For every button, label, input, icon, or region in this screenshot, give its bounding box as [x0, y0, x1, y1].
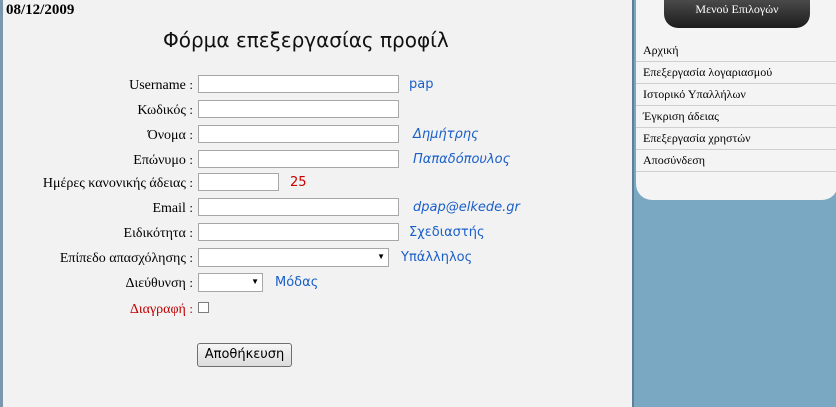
last-name-value: Παπαδόπουλος [413, 152, 511, 167]
employment-level-select[interactable]: ▼ [198, 248, 389, 267]
sidebar: Μενού Επιλογών Αρχική Επεξεργασία λογαρι… [632, 0, 836, 407]
dropdown-arrow-icon: ▼ [377, 252, 385, 261]
email-row: Email : dpap@elkede.gr [3, 198, 635, 218]
main-content: 08/12/2009 Φόρμα επεξεργασίας προφίλ Use… [0, 0, 632, 407]
menu-item-approve-leave[interactable]: Έγκριση άδειας [636, 106, 836, 128]
save-button[interactable]: Αποθήκευση [197, 343, 292, 367]
username-label: Username : [129, 77, 193, 93]
employment-level-row: Επίπεδο απασχόλησης : ▼ Υπάλληλος [3, 248, 635, 268]
menu-header: Μενού Επιλογών [664, 0, 810, 28]
delete-row: Διαγραφή : [3, 299, 635, 319]
leave-days-label: Ημέρες κανονικής άδειας : [42, 175, 193, 191]
email-label: Email : [152, 200, 193, 216]
last-name-row: Επώνυμο : Παπαδόπουλος [3, 150, 635, 170]
department-label: Διεύθυνση : [125, 275, 193, 291]
menu-item-edit-account[interactable]: Επεξεργασία λογαριασμού [636, 62, 836, 84]
password-label: Κωδικός : [137, 102, 193, 118]
department-row: Διεύθυνση : ▼ Μόδας [3, 273, 635, 293]
page-title: Φόρμα επεξεργασίας προφίλ [163, 28, 449, 52]
last-name-input[interactable] [198, 150, 399, 168]
employment-level-value: Υπάλληλος [401, 250, 473, 265]
first-name-row: Όνομα : Δημήτρης [3, 125, 635, 145]
current-date: 08/12/2009 [6, 2, 75, 18]
leave-days-value: 25 [290, 175, 307, 190]
menu-item-home[interactable]: Αρχική [636, 40, 836, 62]
menu-panel: Μενού Επιλογών Αρχική Επεξεργασία λογαρι… [636, 0, 836, 200]
leave-days-row: Ημέρες κανονικής άδειας : 25 [3, 173, 635, 193]
delete-label: Διαγραφή : [129, 301, 193, 317]
email-input[interactable] [198, 198, 399, 216]
password-row: Κωδικός : [3, 100, 635, 120]
first-name-value: Δημήτρης [413, 127, 479, 142]
password-input[interactable] [198, 100, 399, 118]
specialty-row: Ειδικότητα : Σχεδιαστής [3, 223, 635, 243]
specialty-value: Σχεδιαστής [409, 225, 485, 240]
username-row: Username : pap [3, 75, 635, 95]
menu-item-employee-history[interactable]: Ιστορικό Υπαλλήλων [636, 84, 836, 106]
specialty-input[interactable] [198, 223, 399, 241]
username-value: pap [409, 77, 434, 92]
leave-days-input[interactable] [198, 173, 279, 191]
first-name-label: Όνομα : [147, 127, 193, 143]
department-select[interactable]: ▼ [198, 273, 263, 292]
dropdown-arrow-icon: ▼ [251, 277, 259, 286]
first-name-input[interactable] [198, 125, 399, 143]
email-value: dpap@elkede.gr [413, 200, 520, 215]
menu-list: Αρχική Επεξεργασία λογαριασμού Ιστορικό … [636, 40, 836, 172]
department-value: Μόδας [275, 275, 319, 290]
employment-level-label: Επίπεδο απασχόλησης : [59, 250, 193, 266]
last-name-label: Επώνυμο : [133, 152, 193, 168]
username-input[interactable] [198, 75, 399, 93]
delete-checkbox[interactable] [198, 302, 209, 313]
menu-item-logout[interactable]: Αποσύνδεση [636, 150, 836, 172]
menu-item-edit-users[interactable]: Επεξεργασία χρηστών [636, 128, 836, 150]
specialty-label: Ειδικότητα : [123, 225, 193, 241]
